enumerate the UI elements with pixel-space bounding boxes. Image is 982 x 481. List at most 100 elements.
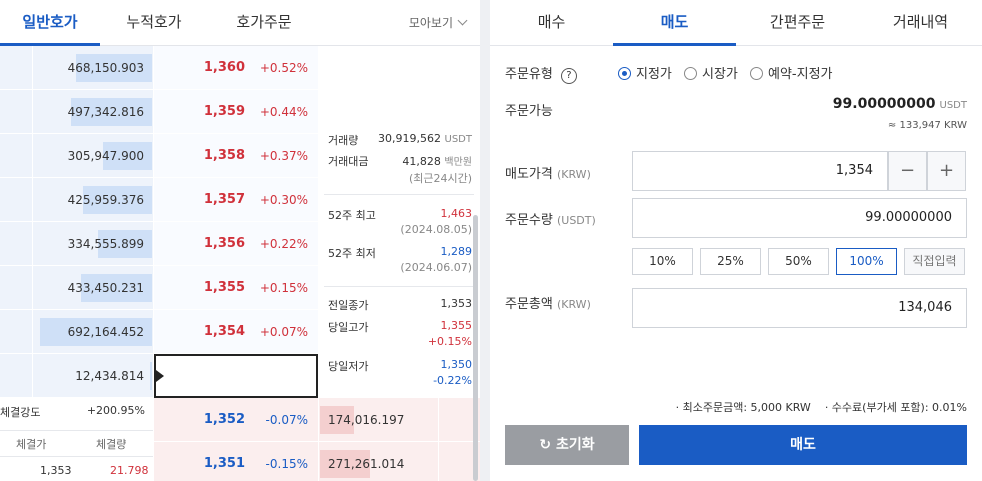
divider xyxy=(318,398,319,481)
bid-row[interactable]: 1,351 -0.15% 271,261.014 xyxy=(154,442,480,481)
order-panel: 매수 매도 간편주문 거래내역 주문유형? 지정가 시장가 예약-지정가 주문가… xyxy=(490,0,982,481)
ask-row[interactable]: 692,164.452 1,354 +0.07% xyxy=(0,310,318,354)
ask-volume: 692,164.452 xyxy=(67,325,144,339)
type-reserve-limit[interactable]: 예약-지정가 xyxy=(750,63,833,82)
price-minus-button[interactable]: − xyxy=(888,151,927,191)
help-icon[interactable]: ? xyxy=(560,68,577,84)
view-toggle-label: 모아보기 xyxy=(408,16,453,30)
qty-unit: (USDT) xyxy=(556,214,596,227)
tab-buy[interactable]: 매수 xyxy=(490,0,613,46)
order-notes: · 최소주문금액: 5,000 KRW · 수수료(부가세 포함): 0.01% xyxy=(662,399,967,415)
qty-label-text: 주문수량 xyxy=(505,213,553,228)
ask-price: 1,354 xyxy=(203,324,245,339)
reset-button[interactable]: ↻ 초기화 xyxy=(505,425,629,465)
bid-row[interactable]: 1,352 -0.07% 174,016.197 xyxy=(154,398,480,442)
ask-volume: 425,959.376 xyxy=(67,193,144,207)
order-type-text: 주문유형 xyxy=(505,67,553,82)
bid-volume: 271,261.014 xyxy=(328,457,405,471)
available-value: 99.00000000 USDT xyxy=(833,96,967,112)
current-price-row[interactable] xyxy=(154,354,318,398)
total-label-text: 주문총액 xyxy=(505,297,553,312)
prev-close-value: 1,353 xyxy=(440,297,473,310)
day-low-value: 1,350 xyxy=(440,358,473,371)
ask-row[interactable]: 433,450.231 1,355 +0.15% xyxy=(0,266,318,310)
divider xyxy=(324,194,474,195)
ask-row[interactable]: 425,959.376 1,357 +0.30% xyxy=(0,178,318,222)
ask-change: +0.52% xyxy=(259,61,308,75)
tab-history[interactable]: 거래내역 xyxy=(859,0,982,46)
ask-change: +0.44% xyxy=(259,105,308,119)
high52-value: 1,463 xyxy=(440,207,473,220)
available-unit: USDT xyxy=(939,100,967,111)
qty-label: 주문수량 (USDT) xyxy=(505,209,596,228)
ask-price: 1,359 xyxy=(203,104,245,119)
ask-volume: 468,150.903 xyxy=(67,61,144,75)
bid-price: 1,351 xyxy=(203,456,245,471)
tab-cumulative-quote[interactable]: 누적호가 xyxy=(104,0,204,46)
high52-date: (2024.08.05) xyxy=(400,223,472,236)
tab-quote-order[interactable]: 호가주문 xyxy=(214,0,314,46)
price-label: 매도가격 (KRW) xyxy=(505,163,591,182)
direct-input-button[interactable]: 직접입력 xyxy=(904,248,965,275)
divider xyxy=(324,286,474,287)
volume-label: 거래량 xyxy=(328,134,359,147)
min-order-note: · 최소주문금액: 5,000 KRW xyxy=(675,401,811,414)
chevron-down-icon xyxy=(457,15,468,26)
ask-change: +0.07% xyxy=(259,325,308,339)
ask-row[interactable]: 334,555.899 1,356 +0.22% xyxy=(0,222,318,266)
ask-row[interactable]: 305,947.900 1,358 +0.37% xyxy=(0,134,318,178)
type-market[interactable]: 시장가 xyxy=(684,63,738,82)
price-unit: (KRW) xyxy=(556,168,591,181)
prev-close-label: 전일종가 xyxy=(328,299,369,312)
amount-note: (최근24시간) xyxy=(408,172,472,185)
day-high-label: 당일고가 xyxy=(328,321,369,334)
ask-row[interactable]: 468,150.903 1,360 +0.52% xyxy=(0,46,318,90)
bid-change: -0.15% xyxy=(265,457,308,471)
bid-volume: 174,016.197 xyxy=(328,413,405,427)
trade-price: 1,353 xyxy=(40,464,72,477)
ask-change: +0.15% xyxy=(259,281,308,295)
price-label-text: 매도가격 xyxy=(505,167,553,182)
high52-label: 52주 최고 xyxy=(328,209,376,222)
ask-volume: 334,555.899 xyxy=(67,237,144,251)
price-plus-button[interactable]: + xyxy=(927,151,966,191)
sell-button[interactable]: 매도 xyxy=(639,425,967,465)
scrollbar[interactable] xyxy=(473,215,478,481)
percent-100-button[interactable]: 100% xyxy=(836,248,897,275)
price-input[interactable]: 1,354 xyxy=(632,151,888,191)
ask-volume: 305,947.900 xyxy=(67,149,144,163)
ask-volume: 497,342.816 xyxy=(67,105,144,119)
order-type-label: 주문유형? xyxy=(505,63,577,84)
trade-panel: 체결강도 +200.95% 체결가 체결량 1,353 21.798 xyxy=(0,398,153,481)
reset-label: 초기화 xyxy=(555,437,595,453)
percent-25-button[interactable]: 25% xyxy=(700,248,761,275)
col-trade-price: 체결가 xyxy=(16,438,47,451)
available-krw: ≈ 133,947 KRW xyxy=(887,120,967,131)
ask-row[interactable]: 497,342.816 1,359 +0.44% xyxy=(0,90,318,134)
amount-label: 거래대금 xyxy=(328,155,369,168)
tab-sell[interactable]: 매도 xyxy=(613,0,736,46)
type-market-label: 시장가 xyxy=(702,67,738,82)
bid-list: 1,352 -0.07% 174,016.197 1,351 -0.15% 271,261… xyxy=(154,398,480,481)
orderbook-panel: 일반호가 누적호가 호가주문 모아보기 468,150.903 1,360 +0.5… xyxy=(0,0,480,481)
available-label: 주문가능 xyxy=(505,104,553,119)
tab-normal-quote[interactable]: 일반호가 xyxy=(0,0,100,46)
percent-10-button[interactable]: 10% xyxy=(632,248,693,275)
amount-value: 41,828 백만원 xyxy=(402,153,472,168)
type-limit[interactable]: 지정가 xyxy=(618,63,672,82)
orderbook-tabs: 일반호가 누적호가 호가주문 모아보기 xyxy=(0,0,480,46)
depth-bar xyxy=(150,362,152,390)
total-input[interactable]: 134,046 xyxy=(632,288,967,328)
percent-50-button[interactable]: 50% xyxy=(768,248,829,275)
bid-change: -0.07% xyxy=(265,413,308,427)
ask-price: 1,360 xyxy=(203,60,245,75)
tab-simple-order[interactable]: 간편주문 xyxy=(736,0,859,46)
radio-icon xyxy=(684,67,697,80)
qty-input[interactable]: 99.00000000 xyxy=(632,198,967,238)
view-toggle[interactable]: 모아보기 xyxy=(408,0,468,46)
divider xyxy=(438,398,439,481)
divider xyxy=(0,430,153,431)
strength-label: 체결강도 xyxy=(0,406,41,419)
trade-qty: 21.798 xyxy=(110,464,149,477)
low52-date: (2024.06.07) xyxy=(400,261,472,274)
